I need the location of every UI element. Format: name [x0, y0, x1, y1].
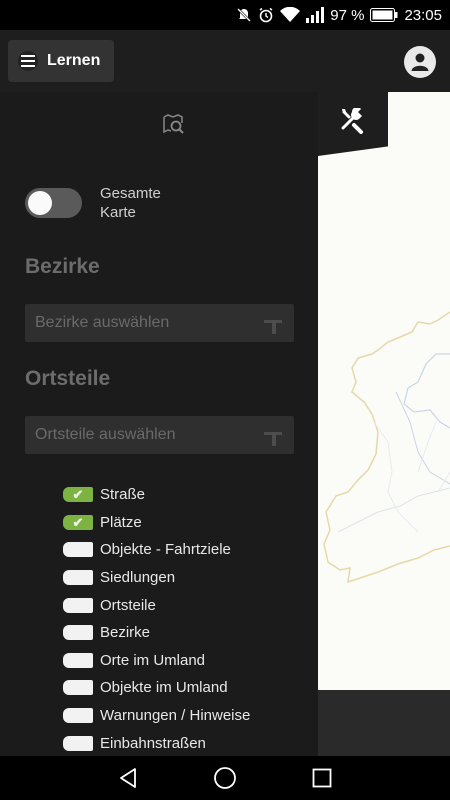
navigation-bar [0, 756, 450, 800]
layer-item[interactable]: Ortsteile [63, 591, 250, 619]
layer-item[interactable]: ✔ Straße [63, 481, 250, 509]
bezirke-title: Bezirke [25, 255, 100, 278]
layer-label: Einbahnstraßen [100, 734, 206, 752]
mute-icon [236, 7, 252, 23]
layer-checkbox[interactable] [63, 652, 93, 668]
check-icon: ✔ [72, 487, 84, 503]
hamburger-icon [18, 51, 38, 71]
battery-icon [370, 8, 398, 22]
bezirke-select[interactable]: Bezirke auswählen [25, 304, 294, 342]
screen: 97 % 23:05 Lernen Gesamte Karte Bezirke … [0, 0, 450, 800]
alarm-icon [258, 7, 274, 23]
ortsteile-title: Ortsteile [25, 367, 111, 390]
filter-drawer: Gesamte Karte Bezirke Bezirke auswählen … [6, 92, 318, 756]
signal-icon [306, 7, 325, 23]
layer-item[interactable]: Objekte - Fahrtziele [63, 536, 250, 564]
layer-item[interactable]: Warnungen / Hinweise [63, 702, 250, 730]
layer-label: Straße [100, 486, 146, 504]
ortsteile-select[interactable]: Ortsteile auswählen [25, 416, 294, 454]
layer-label: Objekte - Fahrtziele [100, 541, 231, 559]
menu-button[interactable]: Lernen [8, 40, 114, 82]
recents-icon[interactable] [302, 758, 342, 798]
layer-checkbox[interactable] [63, 708, 93, 724]
layer-list: ✔ Straße ✔ Plätze Objekte - Fahrtziele Siedlu… [63, 481, 250, 756]
wifi-icon [280, 7, 301, 23]
whole-map-toggle[interactable] [25, 188, 82, 218]
check-icon: ✔ [72, 514, 84, 530]
map-bottom-bar [318, 690, 450, 756]
app-bar: Lernen [0, 30, 450, 92]
account-icon[interactable] [404, 46, 436, 78]
layer-label: Orte im Umland [100, 651, 206, 669]
layer-checkbox[interactable] [63, 735, 93, 751]
whole-map-label: Gesamte Karte [100, 185, 161, 221]
layer-checkbox[interactable] [63, 570, 93, 586]
layer-label: Siedlungen [100, 569, 176, 587]
whole-map-toggle-row: Gesamte Karte [25, 184, 180, 222]
dropdown-icon [264, 320, 282, 334]
layer-checkbox[interactable] [63, 625, 93, 641]
menu-label: Lernen [47, 52, 101, 69]
layer-checkbox[interactable] [63, 542, 93, 558]
layer-item[interactable]: Objekte im Umland [63, 674, 250, 702]
layer-label: Warnungen / Hinweise [100, 707, 251, 725]
layer-item[interactable]: Bezirke [63, 619, 250, 647]
layer-checkbox[interactable] [63, 680, 93, 696]
clock: 23:05 [404, 6, 442, 24]
battery-percent: 97 % [330, 6, 365, 24]
tools-icon[interactable] [318, 92, 388, 156]
map-view[interactable] [318, 92, 450, 690]
layer-label: Ortsteile [100, 596, 156, 614]
home-icon[interactable] [205, 758, 245, 798]
layer-checkbox[interactable]: ✔ [63, 487, 93, 503]
back-icon[interactable] [108, 758, 148, 798]
layer-label: Objekte im Umland [100, 679, 228, 697]
layer-item[interactable]: Siedlungen [63, 564, 250, 592]
status-bar: 97 % 23:05 [0, 0, 450, 30]
dropdown-icon [264, 432, 282, 446]
bezirke-placeholder: Bezirke auswählen [35, 314, 170, 331]
ortsteile-placeholder: Ortsteile auswählen [35, 426, 176, 443]
map-search-icon[interactable] [162, 114, 186, 141]
layer-checkbox[interactable] [63, 597, 93, 613]
layer-label: Bezirke [100, 624, 151, 642]
layer-item[interactable]: Einbahnstraßen [63, 729, 250, 756]
layer-checkbox[interactable]: ✔ [63, 514, 93, 530]
layer-label: Plätze [100, 513, 142, 531]
layer-item[interactable]: Orte im Umland [63, 647, 250, 675]
layer-item[interactable]: ✔ Plätze [63, 509, 250, 537]
